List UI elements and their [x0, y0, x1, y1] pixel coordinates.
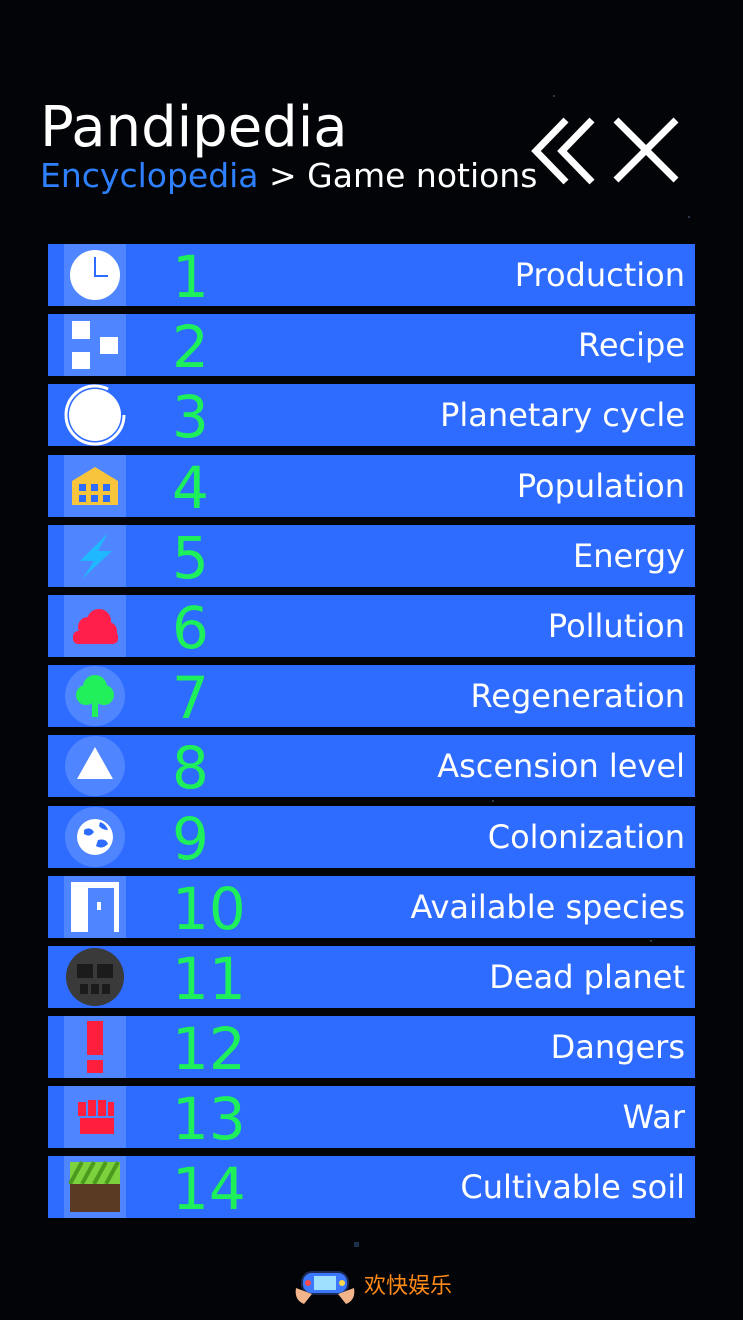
item-number: 3 [172, 383, 209, 452]
list-item-regeneration[interactable]: 7 Regeneration [48, 664, 695, 733]
skull-icon [66, 947, 124, 1006]
item-number: 7 [172, 664, 209, 733]
icon-box [64, 875, 126, 938]
watermark-text: 欢快娱乐 [364, 1274, 453, 1299]
item-number: 13 [172, 1085, 246, 1154]
back-button[interactable] [528, 116, 600, 186]
item-label: War [622, 1098, 685, 1137]
item-label: Cultivable soil [460, 1168, 685, 1207]
item-label: Pollution [547, 606, 685, 645]
footer-watermark: 欢快娱乐 [292, 1260, 462, 1308]
breadcrumb-current: Game notions [307, 156, 538, 195]
item-label: Regeneration [470, 677, 685, 716]
item-number: 12 [172, 1015, 246, 1084]
list-item-production[interactable]: 1 Production [48, 243, 695, 311]
lightning-icon [80, 532, 112, 579]
icon-box [64, 1016, 126, 1079]
item-label: Planetary cycle [440, 396, 685, 435]
item-number: 5 [172, 523, 209, 592]
list-item-energy[interactable]: 5 Energy [48, 523, 695, 592]
gamepad-hands-icon [295, 1271, 355, 1304]
close-icon [613, 117, 679, 183]
icon-box [64, 1086, 126, 1149]
icon-box [64, 805, 126, 868]
icon-box [64, 665, 126, 728]
list-item-cultivable-soil[interactable]: 14 Cultivable soil [48, 1155, 695, 1224]
list-item-dead-planet[interactable]: 11 Dead planet [48, 944, 695, 1013]
list-item-colonization[interactable]: 9 Colonization [48, 804, 695, 873]
icon-box [64, 314, 126, 377]
double-chevron-left-icon [531, 117, 595, 185]
tree-icon [65, 666, 125, 727]
icon-box [64, 735, 126, 798]
item-number: 14 [172, 1155, 246, 1224]
item-number: 2 [172, 313, 209, 382]
door-icon [71, 881, 119, 932]
item-number: 4 [172, 453, 209, 522]
list-item-planetary-cycle[interactable]: 3 Planetary cycle [48, 383, 695, 452]
page-title: Pandipedia [40, 95, 348, 160]
fist-icon [78, 1100, 114, 1135]
icon-box [64, 524, 126, 587]
pollution-cloud-icon [73, 608, 118, 644]
header: Pandipedia Encyclopedia > Game notions [40, 96, 537, 196]
item-number: 8 [172, 734, 209, 803]
cycle-ring-icon [64, 384, 126, 446]
list-item-available-species[interactable]: 10 Available species [48, 874, 695, 943]
list-item-ascension-level[interactable]: 8 Ascension level [48, 734, 695, 803]
globe-icon [65, 806, 125, 867]
item-number: 1 [172, 243, 209, 311]
list-item-pollution[interactable]: 6 Pollution [48, 593, 695, 662]
item-number: 6 [172, 593, 209, 662]
item-number: 10 [172, 874, 246, 943]
list-item-recipe[interactable]: 2 Recipe [48, 313, 695, 382]
icon-box [64, 945, 126, 1008]
item-label: Available species [410, 887, 685, 926]
exclamation-icon [87, 1021, 103, 1074]
item-label: Colonization [487, 817, 685, 856]
item-label: Ascension level [437, 747, 685, 786]
star [688, 216, 690, 218]
item-label: Production [514, 256, 685, 294]
icon-box [64, 594, 126, 657]
icon-box [64, 244, 126, 306]
list-item-population[interactable]: 4 Population [48, 453, 695, 522]
item-label: Dangers [550, 1028, 685, 1067]
building-icon [72, 466, 118, 505]
recipe-blocks-icon [72, 321, 118, 370]
item-number: 9 [172, 804, 209, 873]
grass-block-icon [68, 1161, 120, 1213]
item-number: 11 [172, 944, 246, 1013]
star [354, 1242, 359, 1247]
close-button[interactable] [610, 114, 682, 186]
star [553, 95, 555, 97]
item-label: Energy [572, 536, 685, 575]
item-label: Population [516, 466, 685, 505]
breadcrumb: Encyclopedia > Game notions [40, 156, 537, 196]
icon-box [64, 454, 126, 517]
breadcrumb-separator: > [258, 156, 308, 195]
item-label: Dead planet [489, 957, 685, 996]
notions-list: 1 Production 2 Recipe 3 Planetary cycle [48, 244, 695, 1227]
list-item-war[interactable]: 13 War [48, 1085, 695, 1154]
breadcrumb-encyclopedia-link[interactable]: Encyclopedia [40, 156, 259, 195]
list-item-dangers[interactable]: 12 Dangers [48, 1015, 695, 1084]
icon-box [64, 1156, 126, 1219]
icon-box [64, 384, 126, 447]
triangle-up-icon [65, 736, 125, 797]
item-label: Recipe [578, 326, 685, 365]
clock-icon [70, 250, 120, 300]
